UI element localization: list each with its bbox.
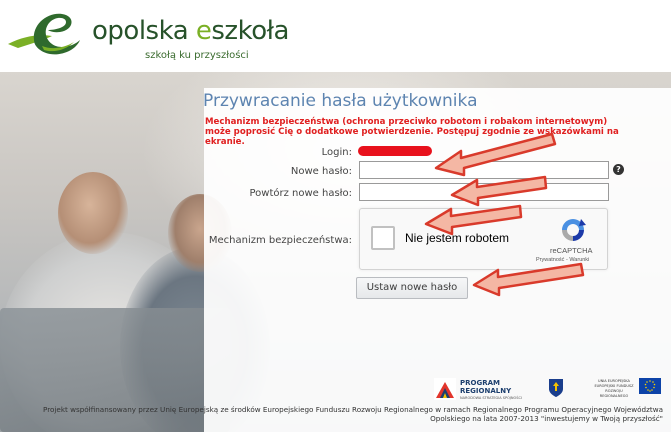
recaptcha-checkbox[interactable] [371,226,395,250]
background-person-left-head [58,172,128,254]
brand-tagline: szkołą ku przyszłości [145,50,249,61]
program-line-2: REGIONALNY [460,387,512,395]
eu-fund-text: UNIA EUROPEJSKA EUROPEJSKI FUNDUSZ ROZWOJU… [592,379,636,399]
recaptcha-privacy-terms-link[interactable]: Prywatność - Warunki [536,257,589,263]
set-new-password-button[interactable]: Ustaw nowe hasło [356,277,468,299]
page-title: Przywracanie hasła użytkownika [203,91,478,111]
e-logo-icon[interactable] [4,6,90,56]
brand-prefix: opolska [92,16,196,46]
site-header: opolska eszkoła szkołą ku przyszłości [0,0,671,72]
program-regionalny-text: PROGRAM REGIONALNY [460,379,511,395]
security-warning: Mechanizm bezpieczeństwa (ochrona przeci… [205,117,619,147]
repeat-password-input[interactable] [359,183,609,201]
login-label: Login: [321,147,352,158]
eu-line-3: ROZWOJU REGIONALNEGO [599,389,629,398]
repeat-password-label: Powtórz nowe hasło: [249,188,352,199]
footer-funding-note: Projekt współfinansowany przez Unię Euro… [43,405,663,423]
opolskie-coat-of-arms-icon [549,379,563,397]
security-mechanism-label: Mechanizm bezpieczeństwa: [208,235,352,246]
recaptcha-widget: Nie jestem robotem reCAPTCHA Prywatność … [359,208,608,270]
program-regionalny-logo-icon [434,378,456,400]
login-value-redacted [358,146,432,156]
new-password-label: Nowe hasło: [290,166,352,177]
program-line-1: PROGRAM [460,379,500,387]
recaptcha-brand: reCAPTCHA [550,246,593,255]
brand-accent: e [195,16,212,46]
brand-suffix: szkoła [211,16,289,46]
recaptcha-logo-icon [562,219,586,241]
footer-logos: PROGRAM REGIONALNY NARODOWA STRATEGIA SPÓ… [434,376,664,404]
recaptcha-label: Nie jestem robotem [405,231,510,245]
page: opolska eszkoła szkołą ku przyszłości Pr… [0,0,671,432]
new-password-input[interactable] [359,161,609,179]
program-subtitle: NARODOWA STRATEGIA SPÓJNOŚCI [460,396,522,400]
eu-flag-icon [639,378,661,394]
help-icon[interactable]: ? [613,164,624,175]
brand-name[interactable]: opolska eszkoła [92,16,289,46]
